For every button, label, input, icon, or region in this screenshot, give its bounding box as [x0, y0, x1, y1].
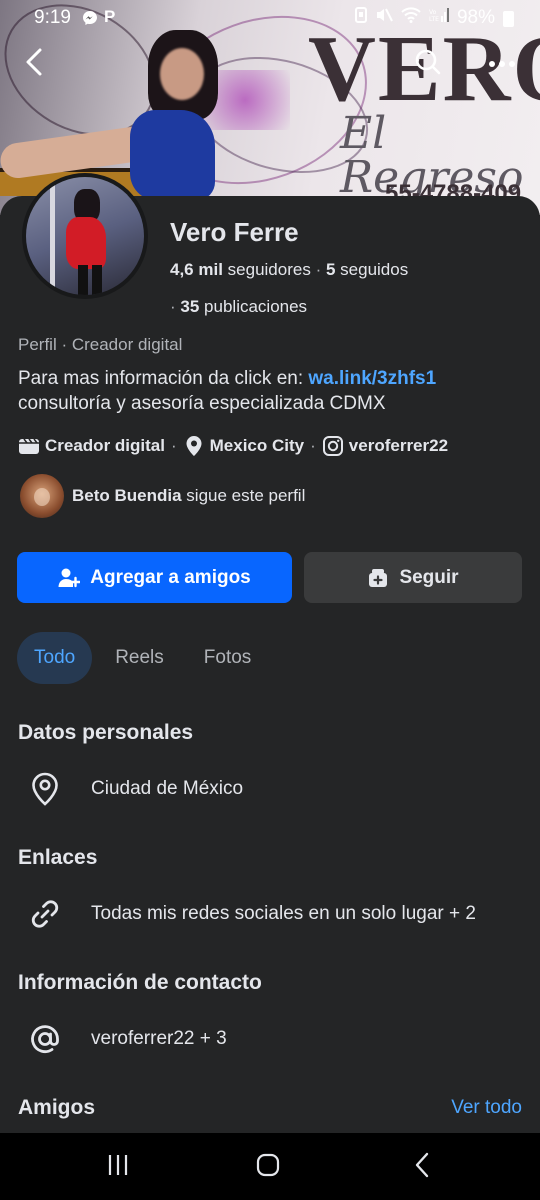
mutual-follower[interactable]: Beto Buendia sigue este perfil [20, 474, 305, 518]
section-title-contact: Información de contacto [18, 971, 262, 994]
more-button[interactable] [484, 46, 520, 82]
location-pin-icon [183, 435, 205, 457]
home-icon [256, 1153, 280, 1182]
contact-text: veroferrer22 + 3 [91, 1028, 227, 1049]
links-row[interactable]: Todas mis redes sociales en un solo luga… [26, 895, 476, 933]
svg-text:Vo: Vo [429, 9, 437, 16]
mute-icon [375, 7, 393, 29]
add-friend-label: Agregar a amigos [90, 566, 251, 588]
posts-label: publicaciones [204, 297, 308, 316]
at-sign-icon [26, 1020, 64, 1058]
battery-icon [503, 11, 514, 27]
profile-avatar[interactable] [22, 173, 148, 299]
messenger-icon [82, 10, 98, 30]
profile-name: Vero Ferre [170, 217, 299, 247]
add-friend-icon [58, 567, 81, 589]
film-icon [18, 435, 40, 457]
section-title-links: Enlaces [18, 846, 98, 869]
system-back-button[interactable] [404, 1151, 440, 1183]
search-icon [414, 48, 442, 81]
profile-bio: Para mas información da click en: wa.lin… [18, 366, 528, 416]
follow-label: Seguir [399, 566, 459, 588]
posts-count: 35 [180, 297, 200, 316]
search-button[interactable] [410, 46, 446, 82]
links-text: Todas mis redes sociales en un solo luga… [91, 903, 476, 924]
tab-todo[interactable]: Todo [17, 632, 93, 684]
parking-icon: P [104, 7, 116, 26]
cover-person [0, 30, 218, 200]
bio-link[interactable]: wa.link/3zhfs1 [308, 368, 436, 389]
profile-tabs: Todo Reels Fotos [17, 632, 274, 684]
mutual-follower-text: sigue este perfil [181, 486, 306, 505]
link-icon [26, 895, 64, 933]
recents-icon [106, 1154, 130, 1181]
location-pin-icon [26, 770, 64, 808]
following-count[interactable]: 5 [326, 260, 335, 279]
following-label[interactable]: seguidos [340, 260, 408, 279]
recents-button[interactable] [100, 1151, 136, 1183]
bio-text: Para mas información da click en: [18, 368, 309, 389]
wifi-icon [401, 7, 421, 29]
mutual-follower-avatar[interactable] [20, 474, 64, 518]
detail-instagram[interactable]: veroferrer22 [349, 436, 448, 456]
card-icon [354, 7, 367, 29]
follow-button[interactable]: Seguir [304, 552, 522, 603]
bio-line-2: consultoría y asesoría especializada CDM… [18, 393, 386, 414]
section-title-friends: Amigos [18, 1096, 96, 1119]
contact-row[interactable]: veroferrer22 + 3 [26, 1020, 227, 1058]
detail-separator: · [310, 436, 316, 455]
friends-see-all-link[interactable]: Ver todo [451, 1097, 522, 1119]
back-arrow-icon [23, 47, 45, 82]
status-time: 9:19 [34, 7, 71, 28]
home-button[interactable] [250, 1151, 286, 1183]
posts-stats: · 35 publicaciones [170, 297, 307, 317]
followers-count[interactable]: 4,6 mil [170, 260, 223, 279]
profile-details: Creador digital · Mexico City · veroferr… [18, 435, 448, 457]
detail-separator: · [170, 436, 177, 455]
follow-stats: 4,6 mil seguidores · 5 seguidos [170, 260, 408, 280]
profile-category: Perfil · Creador digital [18, 335, 183, 354]
section-title-personal: Datos personales [18, 721, 194, 744]
detail-location: Mexico City [209, 436, 305, 455]
tab-reels[interactable]: Reels [98, 632, 181, 684]
back-button[interactable] [16, 46, 52, 82]
android-nav-bar [0, 1133, 540, 1200]
mutual-follower-name[interactable]: Beto Buendia [72, 486, 182, 506]
back-icon [414, 1152, 430, 1183]
detail-creator: Creador digital [45, 436, 165, 455]
personal-city-row[interactable]: Ciudad de México [26, 770, 243, 808]
svg-text:LTE: LTE [429, 16, 439, 23]
followers-label[interactable]: seguidores [228, 260, 311, 279]
stats-separator: · [170, 297, 181, 316]
signal-icon: Vo LTE [429, 7, 449, 29]
personal-city: Ciudad de México [91, 778, 244, 799]
add-friend-button[interactable]: Agregar a amigos [17, 552, 292, 603]
instagram-icon [322, 435, 344, 457]
stats-separator: · [315, 260, 326, 279]
follow-icon [367, 567, 389, 589]
tab-fotos[interactable]: Fotos [187, 632, 269, 684]
status-bar: 9:19 P Vo LTE 98% [0, 0, 540, 36]
battery-level: 98% [456, 7, 495, 28]
more-icon [488, 55, 516, 73]
